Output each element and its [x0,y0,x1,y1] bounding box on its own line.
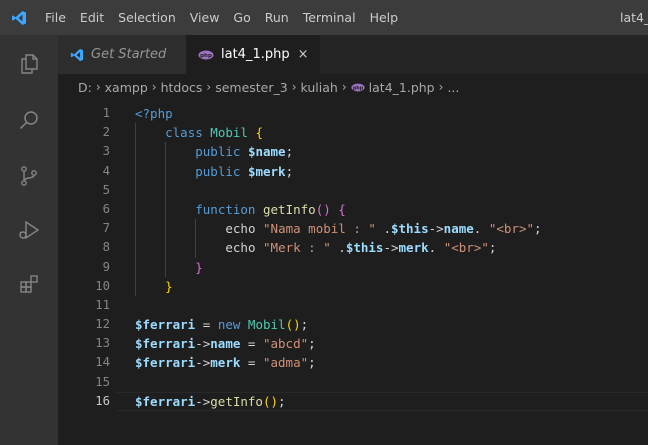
code-text: echo "Merk : " .$this->merk. "<br>"; [225,240,497,256]
run-debug-icon[interactable] [14,215,44,245]
line-number: 10 [95,278,110,293]
chevron-right-icon: › [341,80,347,94]
menu-bar: File Edit Selection View Go Run Terminal… [38,0,405,35]
line-number: 4 [102,163,110,178]
title-bar: File Edit Selection View Go Run Terminal… [0,0,648,35]
code-line[interactable]: 10 } [58,276,648,296]
window-title: lat4_1.php - kuliah - Visual Studio Code [620,10,648,25]
php-file-icon: php [198,50,214,60]
breadcrumb: D: › xampp › htdocs › semester_3 › kulia… [58,74,648,100]
line-number: 2 [102,125,110,140]
code-line[interactable]: 16 $ferrari->getInfo(); [58,391,648,411]
code-line[interactable]: 13 $ferrari->name = "abcd"; [58,334,648,353]
code-line[interactable]: 4 public $merk; [58,161,648,181]
code-line[interactable]: 2 class Mobil { [58,123,648,143]
svg-text:php: php [200,53,212,59]
breadcrumb-item[interactable]: lat4_1.php [369,80,435,95]
breadcrumb-item[interactable]: semester_3 [215,80,288,95]
source-control-icon[interactable] [14,161,44,191]
indent-guide [135,180,136,200]
code-text: $ferrari->getInfo(); [135,393,286,409]
code-text: } [165,278,173,294]
svg-text:php: php [353,85,364,91]
line-number: 14 [95,355,110,370]
code-line[interactable]: 9 } [58,257,648,277]
php-file-icon: php [351,83,365,92]
menu-file[interactable]: File [38,0,73,35]
menu-run[interactable]: Run [258,0,296,35]
chevron-right-icon: › [206,80,212,94]
chevron-right-icon: › [151,80,157,94]
tab-lat4-php[interactable]: php lat4_1.php × [186,35,320,74]
code-text: function getInfo() { [195,201,346,217]
line-number: 13 [95,336,110,351]
menu-go[interactable]: Go [226,0,257,35]
code-text: echo "Nama mobil : " .$this->name. "<br>… [225,221,542,237]
code-line[interactable]: 7 echo "Nama mobil : " .$this->name. "<b… [58,219,648,239]
chevron-right-icon: › [438,80,444,94]
line-number: 8 [102,240,110,255]
code-text: class Mobil { [165,125,263,141]
menu-view[interactable]: View [183,0,227,35]
activity-bar [0,35,58,445]
breadcrumb-item[interactable]: D: [78,80,92,95]
line-number: 9 [102,259,110,274]
code-line[interactable]: 5 [58,180,648,200]
chevron-right-icon: › [95,80,101,94]
line-number: 11 [95,297,110,312]
editor-tabs: Get Started php lat4_1.php × [58,35,648,74]
code-line[interactable]: 6 function getInfo() { [58,199,648,220]
line-number: 16 [95,393,110,408]
code-text: } [195,259,203,275]
vscode-logo-icon [70,48,84,62]
breadcrumb-item[interactable]: xampp [105,80,148,95]
line-number: 6 [102,201,110,216]
tab-get-started[interactable]: Get Started [58,35,186,74]
menu-edit[interactable]: Edit [73,0,111,35]
chevron-right-icon: › [291,80,297,94]
code-text: <?php [135,106,173,121]
line-number: 5 [102,182,110,197]
breadcrumb-item[interactable]: htdocs [161,80,203,95]
code-line[interactable]: 15 [58,373,648,392]
code-line[interactable]: 11 [58,296,648,315]
code-line[interactable]: 3 public $name; [58,142,648,162]
code-text: public $name; [195,144,294,160]
tab-label: Get Started [91,47,167,62]
code-editor[interactable]: 1 <?php 2 class Mobil {3 public $name; 4 pu… [58,104,648,445]
code-line[interactable]: 12 $ferrari = new Mobil(); [58,315,648,334]
breadcrumb-item[interactable]: ... [447,80,459,95]
line-number: 3 [102,144,110,159]
close-icon[interactable]: × [298,47,309,62]
search-icon[interactable] [14,105,44,135]
explorer-icon[interactable] [14,49,44,79]
code-text: $ferrari = new Mobil(); [135,317,309,333]
line-number: 7 [102,221,110,236]
code-text: public $merk; [195,163,294,179]
breadcrumb-item[interactable]: kuliah [301,80,338,95]
line-number: 15 [95,374,110,389]
extensions-icon[interactable] [14,269,44,299]
vscode-logo-icon [0,0,38,35]
line-number: 1 [102,106,110,120]
code-line[interactable]: 14 $ferrari->merk = "adma"; [58,353,648,372]
tab-label: lat4_1.php [221,47,290,62]
line-number: 12 [95,317,110,332]
indent-guide [165,180,167,200]
code-text: $ferrari->name = "abcd"; [135,336,316,352]
code-line[interactable]: 1 <?php [58,104,648,123]
code-text: $ferrari->merk = "adma"; [135,355,316,371]
menu-selection[interactable]: Selection [111,0,183,35]
menu-terminal[interactable]: Terminal [296,0,363,35]
code-line[interactable]: 8 echo "Merk : " .$this->merk. "<br>"; [58,238,648,258]
menu-help[interactable]: Help [363,0,406,35]
